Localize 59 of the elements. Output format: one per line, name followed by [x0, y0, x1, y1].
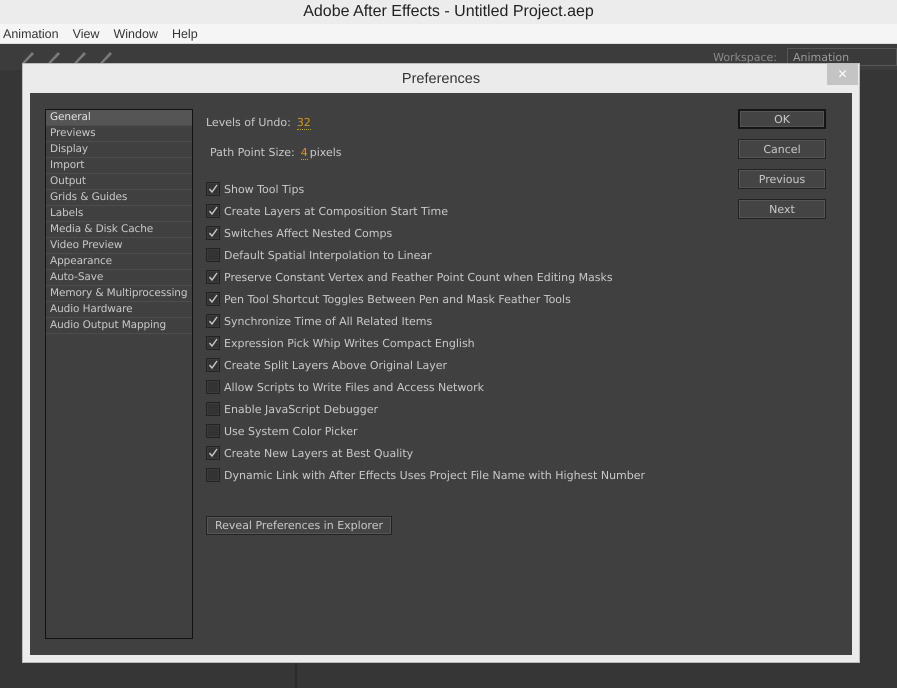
dialog-button[interactable]: Cancel — [738, 139, 826, 159]
checkbox[interactable] — [206, 424, 220, 438]
window-title: Adobe After Effects - Untitled Project.aep — [303, 3, 594, 21]
checkbox[interactable] — [206, 270, 220, 284]
category-item[interactable]: Import — [46, 158, 192, 174]
checkbox[interactable] — [206, 468, 220, 482]
option-label: Allow Scripts to Write Files and Access Network — [224, 380, 484, 394]
category-item[interactable]: Media & Disk Cache — [46, 222, 192, 238]
option-label: Switches Affect Nested Comps — [224, 226, 392, 240]
option-label: Preserve Constant Vertex and Feather Point Count when Editing Masks — [224, 270, 613, 284]
option-label: Use System Color Picker — [224, 424, 358, 438]
option-label: Dynamic Link with After Effects Uses Project File Name with Highest Number — [224, 468, 646, 482]
option-label: Default Spatial Interpolation to Linear — [224, 248, 432, 262]
category-item[interactable]: Previews — [46, 126, 192, 142]
checkbox[interactable] — [206, 336, 220, 350]
option-label: Pen Tool Shortcut Toggles Between Pen and Mask Feather Tools — [224, 292, 571, 306]
menu-item[interactable]: Window — [113, 26, 158, 40]
menu-item[interactable]: View — [72, 26, 100, 40]
category-item[interactable]: Video Preview — [46, 238, 192, 254]
category-item[interactable]: Grids & Guides — [46, 190, 192, 206]
dialog-button[interactable]: Previous — [738, 169, 826, 189]
dialog-button[interactable]: Next — [738, 199, 826, 219]
checkbox[interactable] — [206, 358, 220, 372]
checkbox[interactable] — [206, 402, 220, 416]
option-label: Expression Pick Whip Writes Compact English — [224, 336, 475, 350]
category-item[interactable]: Labels — [46, 206, 192, 222]
checkbox[interactable] — [206, 446, 220, 460]
checkbox[interactable] — [206, 226, 220, 240]
option-label: Show Tool Tips — [224, 182, 304, 196]
option-label: Create Layers at Composition Start Time — [224, 204, 448, 218]
option-label: Create New Layers at Best Quality — [224, 446, 414, 460]
category-item[interactable]: Display — [46, 142, 192, 158]
option-label: Create Split Layers Above Original Layer — [224, 358, 448, 372]
menu-item[interactable]: Help — [172, 26, 198, 40]
menu-item[interactable]: Animation — [3, 26, 59, 40]
path-point-label: Path Point Size: — [210, 146, 295, 159]
workspace-label: Workspace: — [713, 50, 777, 64]
checkbox[interactable] — [206, 314, 220, 328]
option-label: Synchronize Time of All Related Items — [224, 314, 432, 328]
undo-label: Levels of Undo: — [206, 116, 291, 129]
category-item[interactable]: Audio Output Mapping — [46, 318, 192, 334]
checkbox[interactable] — [206, 380, 220, 394]
category-item[interactable]: Auto-Save — [46, 270, 192, 286]
undo-value[interactable]: 32 — [296, 116, 311, 130]
dialog-title: Preferences — [402, 70, 480, 86]
checkbox[interactable] — [206, 248, 220, 262]
category-item[interactable]: General — [46, 110, 192, 126]
dialog-button[interactable]: OK — [738, 109, 826, 129]
checkbox[interactable] — [206, 292, 220, 306]
category-item[interactable]: Output — [46, 174, 192, 190]
checkbox[interactable] — [206, 204, 220, 218]
category-item[interactable]: Appearance — [46, 254, 192, 270]
option-label: Enable JavaScript Debugger — [224, 402, 378, 416]
category-item[interactable]: Memory & Multiprocessing — [46, 286, 192, 302]
checkbox[interactable] — [206, 182, 220, 196]
unit-label: pixels — [310, 146, 342, 159]
path-point-value[interactable]: 4 — [300, 146, 308, 160]
reveal-button[interactable]: Reveal Preferences in Explorer — [206, 516, 392, 535]
category-item[interactable]: Audio Hardware — [46, 302, 192, 318]
